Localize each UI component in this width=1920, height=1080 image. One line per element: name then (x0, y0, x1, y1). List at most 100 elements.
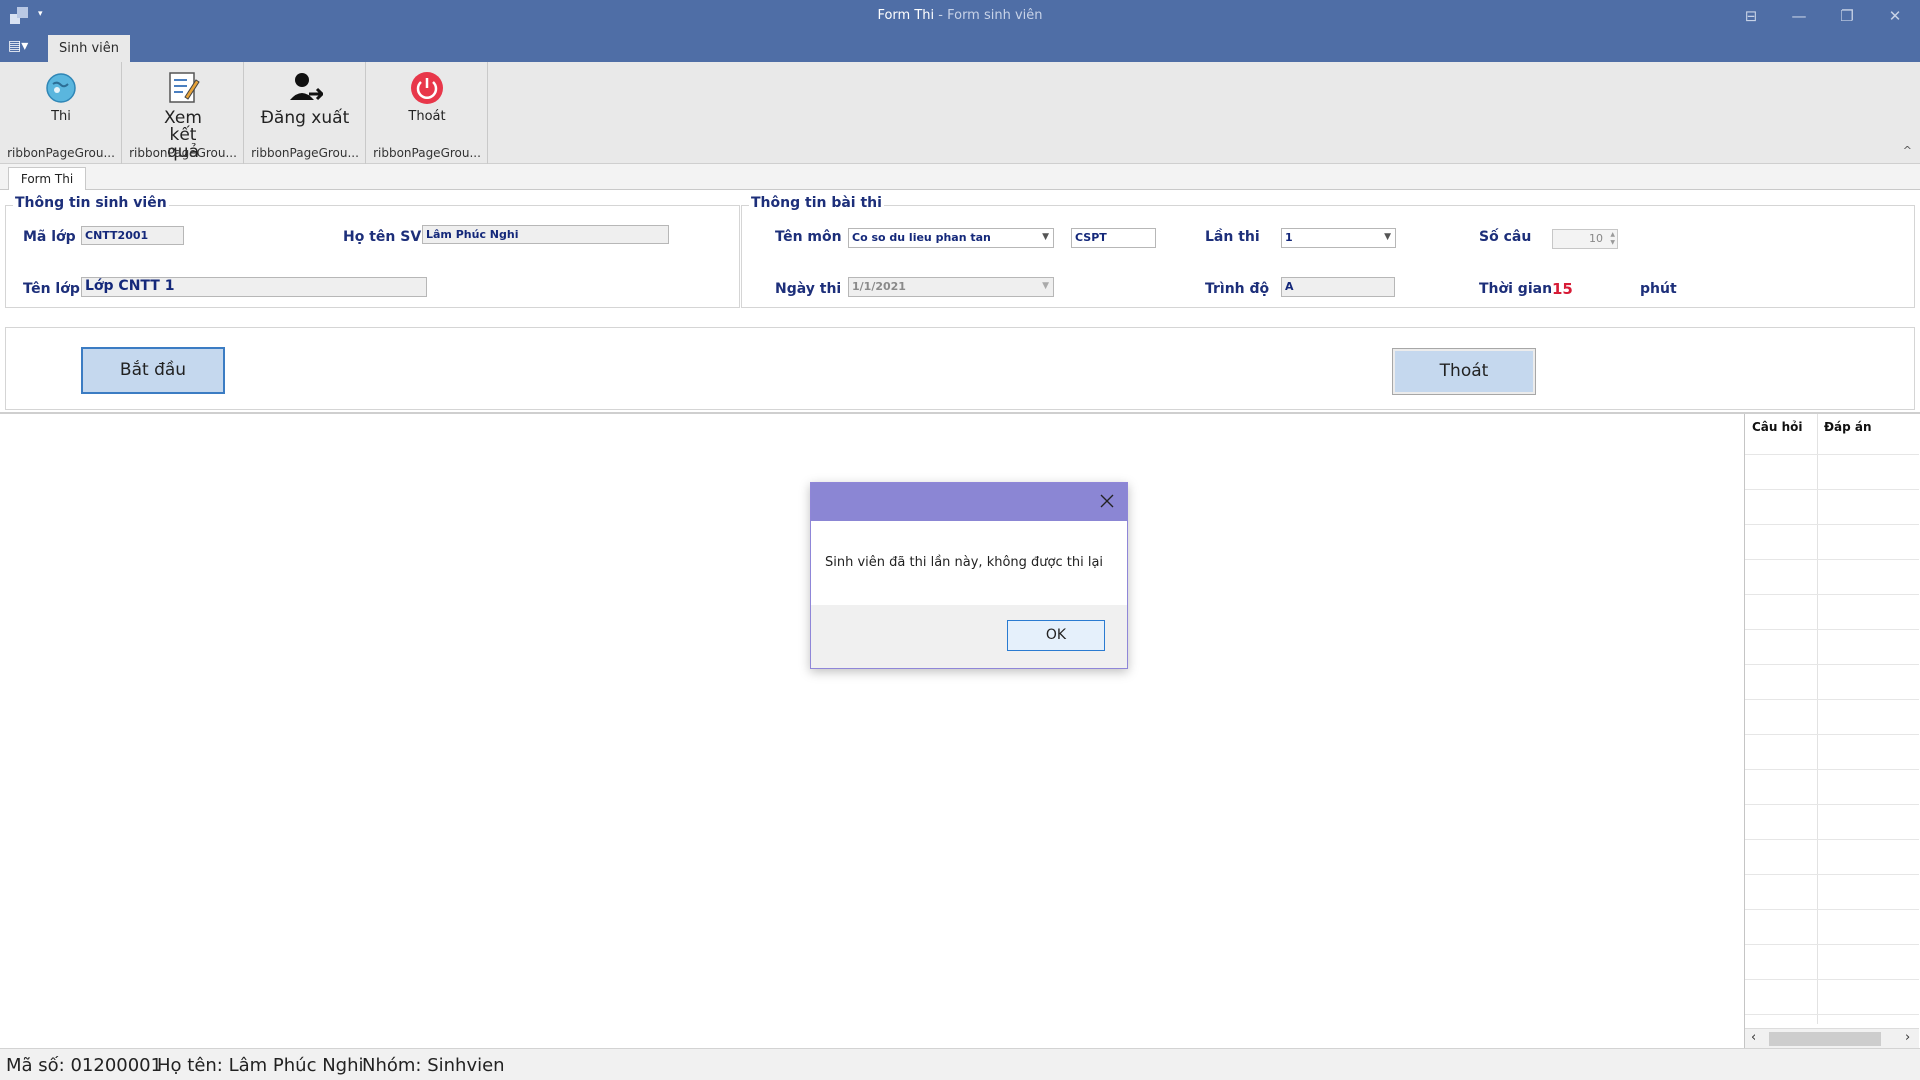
spin-arrows-icon[interactable]: ▲ ▼ (1610, 231, 1615, 247)
grid-row-line (1745, 699, 1919, 700)
chevron-down-icon[interactable]: ▼ (1042, 278, 1049, 295)
chevron-down-icon[interactable]: ▼ (1384, 229, 1391, 246)
minimize-button[interactable]: — (1779, 3, 1819, 29)
ribbon-group-thi: Thi ribbonPageGrou... (0, 62, 122, 164)
pin-window-button[interactable]: ⊟ (1731, 3, 1771, 29)
ngay-thi-value: 1/1/2021 (852, 280, 906, 293)
ribbon-collapse-icon[interactable]: ^ (1903, 144, 1912, 157)
grid-row-line (1745, 594, 1919, 595)
status-bar: Mã số: 01200001 Họ tên: Lâm Phúc Nghi Nh… (0, 1048, 1920, 1080)
thoat-label: Thoát (408, 109, 446, 124)
dang-xuat-label: Đăng xuất (260, 108, 350, 128)
edit-result-icon (169, 72, 200, 103)
grid-row-line (1745, 1014, 1919, 1015)
scroll-right-icon[interactable]: › (1905, 1030, 1910, 1045)
ngay-thi-label: Ngày thi (775, 281, 842, 297)
grid-row-line (1745, 874, 1919, 875)
dang-xuat-button[interactable]: Đăng xuất (244, 66, 366, 146)
ngay-thi-datepicker[interactable]: 1/1/2021 ▼ (848, 277, 1054, 297)
ten-mon-value: Co so du lieu phan tan (852, 231, 991, 244)
action-group (5, 327, 1915, 410)
ok-button[interactable]: OK (1007, 620, 1105, 651)
grid-row-line (1745, 559, 1919, 560)
ribbon-group-caption: ribbonPageGrou... (251, 146, 359, 160)
ma-lop-label: Mã lớp (23, 229, 76, 245)
scroll-left-icon[interactable]: ‹ (1751, 1030, 1756, 1045)
so-cau-stepper[interactable]: 10 ▲ ▼ (1552, 229, 1618, 249)
close-window-button[interactable]: ✕ (1875, 3, 1915, 29)
thoi-gian-value: 15 (1552, 280, 1573, 298)
document-tab-strip: Form Thi (0, 164, 1920, 190)
horizontal-scrollbar[interactable]: ‹ › (1745, 1028, 1919, 1048)
trinh-do-field[interactable]: A (1281, 277, 1395, 297)
phut-label: phút (1640, 281, 1677, 297)
so-cau-label: Số câu (1479, 229, 1532, 245)
power-icon (411, 72, 443, 104)
message-dialog: Sinh viên đã thi lần này, không được thi… (810, 482, 1128, 669)
quit-button[interactable]: Thoát (1392, 348, 1536, 395)
dialog-footer: OK (811, 605, 1127, 668)
xem-ket-qua-button[interactable]: Xem kết quả (122, 66, 244, 161)
lan-thi-dropdown[interactable]: 1 ▼ (1281, 228, 1396, 248)
grid-row-line (1745, 734, 1919, 735)
scrollbar-thumb[interactable] (1769, 1032, 1881, 1046)
grid-column-divider (1817, 414, 1818, 1024)
status-nhom: Nhóm: Sinhvien (362, 1055, 505, 1076)
grid-row-line (1745, 839, 1919, 840)
ribbon-group-xem-ket-qua: Xem kết quả ribbonPageGrou... (122, 62, 244, 164)
ten-lop-label: Tên lớp (23, 281, 80, 297)
restore-button[interactable]: ❐ (1827, 3, 1867, 29)
lan-thi-value: 1 (1285, 231, 1293, 244)
thi-label: Thi (51, 109, 71, 124)
app-menu-button[interactable]: ▤▾ (8, 38, 40, 60)
ribbon-panel: Thi ribbonPageGrou... Xem kết quả ribbon… (0, 62, 1920, 164)
thoi-gian-label: Thời gian (1479, 281, 1553, 297)
ribbon-group-dang-xuat: Đăng xuất ribbonPageGrou... (244, 62, 366, 164)
dialog-message: Sinh viên đã thi lần này, không được thi… (825, 555, 1104, 570)
close-icon[interactable] (1097, 491, 1117, 511)
start-button[interactable]: Bắt đầu (81, 347, 225, 394)
ribbon-group-caption: ribbonPageGrou... (129, 146, 237, 160)
ribbon-group-thoat: Thoát ribbonPageGrou... (366, 62, 488, 164)
thi-button[interactable]: Thi (0, 66, 122, 146)
exam-info-title: Thông tin bài thi (749, 195, 884, 211)
grid-row-line (1745, 944, 1919, 945)
ten-mon-dropdown[interactable]: Co so du lieu phan tan ▼ (848, 228, 1054, 248)
ten-mon-label: Tên môn (775, 229, 842, 245)
ho-ten-field[interactable]: Lâm Phúc Nghi (422, 225, 669, 244)
ten-lop-field[interactable]: Lớp CNTT 1 (81, 277, 427, 297)
grid-row-line (1745, 804, 1919, 805)
window-title-main: Form Thi (877, 8, 935, 23)
grid-row-line (1745, 909, 1919, 910)
tab-sinh-vien[interactable]: Sinh viên (48, 35, 130, 62)
form-area: Thông tin sinh viên Mã lớp CNTT2001 Họ t… (0, 190, 1920, 412)
lan-thi-label: Lần thi (1205, 229, 1260, 245)
answer-grid[interactable]: Câu hỏi Đáp án ‹ › (1744, 414, 1919, 1048)
dialog-title-bar (811, 483, 1127, 521)
chevron-down-icon[interactable]: ▼ (1042, 229, 1049, 246)
student-info-title: Thông tin sinh viên (13, 195, 169, 211)
title-bar: ▾ Form Thi - Form sinh viên ⊟ — ❐ ✕ (0, 0, 1920, 35)
grid-row-line (1745, 454, 1919, 455)
grid-row-line (1745, 664, 1919, 665)
status-ma-so: Mã số: 01200001 (6, 1055, 163, 1076)
grid-row-line (1745, 489, 1919, 490)
ma-lop-field[interactable]: CNTT2001 (81, 226, 184, 245)
tab-form-thi[interactable]: Form Thi (8, 167, 86, 190)
ho-ten-label: Họ tên SV (343, 229, 422, 245)
grid-row-line (1745, 769, 1919, 770)
thoat-ribbon-button[interactable]: Thoát (366, 66, 488, 146)
column-header-cau-hoi[interactable]: Câu hỏi (1745, 414, 1803, 454)
ribbon-group-caption: ribbonPageGrou... (373, 146, 481, 160)
ma-mon-field[interactable]: CSPT (1071, 228, 1156, 248)
status-ho-ten: Họ tên: Lâm Phúc Nghi (157, 1055, 364, 1076)
grid-row-line (1745, 629, 1919, 630)
window-title-sub: - Form sinh viên (934, 8, 1043, 23)
ribbon-group-caption: ribbonPageGrou... (7, 146, 115, 160)
trinh-do-label: Trình độ (1205, 281, 1270, 297)
logout-user-icon (290, 73, 323, 101)
globe-exam-icon (46, 73, 76, 103)
window-title: Form Thi - Form sinh viên (0, 8, 1920, 23)
grid-row-line (1745, 524, 1919, 525)
column-header-dap-an[interactable]: Đáp án (1817, 414, 1872, 454)
